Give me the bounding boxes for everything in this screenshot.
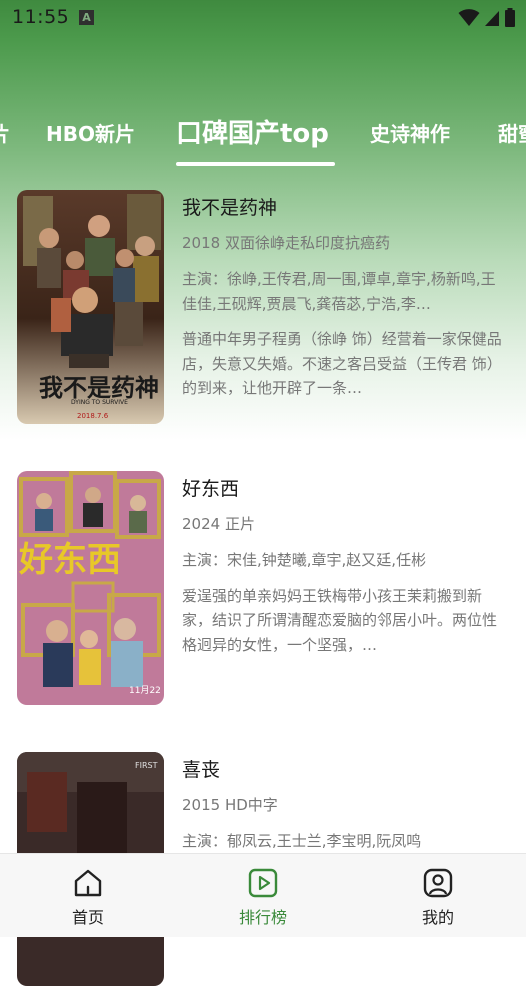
tab-sweet[interactable]: 甜蜜 [498, 118, 526, 147]
nav-profile-label: 我的 [421, 908, 454, 927]
tab-domestic-top[interactable]: 口碑国产top [176, 113, 329, 150]
movie-cast: 主演：宋佳,钟楚曦,章宇,赵又廷,任彬 [182, 551, 427, 569]
battery-icon [505, 8, 515, 27]
svg-text:FIRST: FIRST [135, 761, 158, 770]
play-square-icon [248, 868, 278, 898]
movie-cast: 主演：郁凤云,王士兰,李宝明,阮凤鸣 [182, 832, 422, 850]
signal-icon [485, 11, 499, 26]
user-icon [423, 868, 453, 898]
movie-description: 爱逞强的单亲妈妈王铁梅带小孩王茉莉搬到新家，结识了所谓清醒恋爱脑的邻居小叶。两位… [182, 586, 498, 654]
movie-info: 我不是药神 2018 双面徐峥走私印度抗癌药 主演：徐峥,王传君,周一围,谭卓,… [182, 190, 510, 401]
movie-meta: 2015 HD中字 [182, 796, 278, 814]
status-bar: 11:55 A [0, 0, 526, 36]
category-tabs: 片 HBO新片 口碑国产top 史诗神作 甜蜜 [0, 100, 526, 170]
nav-ranking[interactable]: 排行榜 [208, 854, 318, 937]
movie-poster[interactable]: 我不是药神 DYING TO SURVIVE 2018.7.6 [17, 190, 164, 424]
notification-icon: A [79, 10, 94, 25]
movie-title[interactable]: 好东西 [182, 475, 510, 503]
active-tab-indicator [176, 162, 335, 166]
movie-card[interactable]: 我不是药神 DYING TO SURVIVE 2018.7.6 我不是药神 20… [0, 190, 526, 426]
movie-description: 普通中年男子程勇（徐峥 饰）经营着一家保健品店，失意又失婚。不速之客吕受益（王传… [182, 330, 502, 397]
movie-meta: 2024 正片 [182, 515, 255, 533]
nav-home-label: 首页 [71, 908, 104, 927]
wifi-icon [458, 9, 480, 26]
movie-poster[interactable]: 好东西 11月22 [17, 471, 164, 705]
svg-text:11月22: 11月22 [129, 685, 161, 696]
movie-cast: 主演：徐峥,王传君,周一围,谭卓,章宇,杨新鸣,王佳佳,王砚辉,贾晨飞,龚蓓苾,… [182, 270, 496, 313]
bottom-nav: 首页 排行榜 我的 [0, 853, 526, 937]
movie-meta: 2018 双面徐峥走私印度抗癌药 [182, 234, 390, 252]
movie-title[interactable]: 我不是药神 [182, 194, 510, 222]
svg-text:2018.7.6: 2018.7.6 [77, 412, 109, 420]
nav-ranking-label: 排行榜 [238, 908, 287, 927]
status-icons [458, 8, 516, 28]
svg-text:DYING TO SURVIVE: DYING TO SURVIVE [71, 399, 128, 406]
svg-text:好东西: 好东西 [18, 540, 121, 580]
tab-hbo-new[interactable]: HBO新片 [46, 118, 135, 147]
nav-profile[interactable]: 我的 [383, 854, 493, 937]
movie-info: 好东西 2024 正片 主演：宋佳,钟楚曦,章宇,赵又廷,任彬 爱逞强的单亲妈妈… [182, 471, 510, 657]
home-icon [74, 869, 102, 897]
svg-text:我不是药神: 我不是药神 [39, 373, 159, 402]
poster-image-her-story: 好东西 11月22 [17, 471, 164, 705]
movie-title[interactable]: 喜丧 [182, 756, 510, 784]
movie-info: 喜丧 2015 HD中字 主演：郁凤云,王士兰,李宝明,阮凤鸣 [182, 752, 510, 854]
status-time: 11:55 [12, 6, 70, 28]
movie-card[interactable]: 好东西 11月22 好东西 2024 正片 主演：宋佳,钟楚曦,章宇,赵又廷,任… [0, 471, 526, 707]
nav-home[interactable]: 首页 [33, 854, 143, 937]
poster-image-dying-to-survive: 我不是药神 DYING TO SURVIVE 2018.7.6 [17, 190, 164, 424]
tab-partial-left[interactable]: 片 [0, 118, 10, 147]
tab-epic[interactable]: 史诗神作 [370, 118, 450, 147]
